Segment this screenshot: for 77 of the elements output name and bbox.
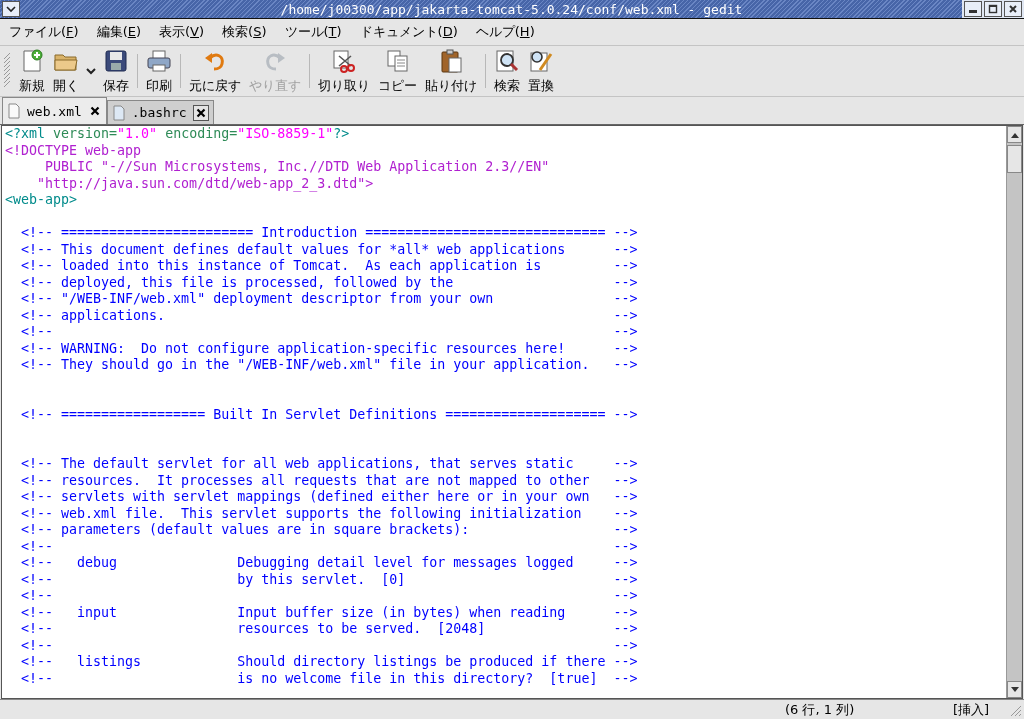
code-line: <!-- input Input buffer size (in bytes) when reading --> [20, 604, 638, 621]
caret-icon [6, 5, 16, 13]
toolbar-button[interactable]: 印刷 [142, 45, 176, 97]
toolbar-button[interactable]: 新規 [15, 45, 49, 97]
code-line: <!-- by this servlet. [0] --> [20, 571, 638, 588]
code-line: <!-- --> [20, 588, 638, 605]
code-line: <!-- resources. It processes all requests that are not mapped to other --> [20, 472, 638, 489]
document-tab[interactable]: web.xml [2, 97, 107, 124]
code-line: <?xml version="1.0" encoding="ISO-8859-1"?> [5, 126, 350, 143]
toolbar-icon [494, 47, 520, 74]
toolbar-button[interactable]: 開く [49, 45, 83, 97]
insert-mode: [挿入] [953, 700, 990, 719]
window-menu-button[interactable] [2, 1, 20, 17]
toolbar-icon [331, 47, 357, 74]
close-icon [195, 107, 206, 118]
dropdown-caret-icon[interactable] [85, 66, 97, 76]
close-button[interactable] [1004, 1, 1022, 17]
toolbar-icon [438, 47, 464, 74]
document-tab[interactable]: .bashrc [106, 100, 214, 124]
toolbar-icon [384, 47, 411, 74]
code-line: <web-app> [5, 192, 78, 209]
code-line: <!-- debug Debugging detail level for messages logged --> [20, 555, 638, 572]
code-line: <!-- ================== Built In Servlet Definitions ==================== --> [20, 406, 638, 423]
toolbar-button[interactable]: 元に戻す [185, 45, 245, 97]
vertical-scrollbar[interactable] [1006, 126, 1022, 698]
toolbar-button[interactable]: 検索 [490, 45, 524, 97]
menu-item[interactable]: ドキュメント(D) [350, 21, 467, 43]
menu-item[interactable]: ヘルプ(H) [466, 21, 544, 43]
code-line: <!-- deployed, this file is processed, followed by the --> [20, 274, 638, 291]
toolbar-icon [146, 47, 172, 74]
code-line: <!-- parameters (default values are in square brackets): --> [20, 522, 638, 539]
arrow-down-icon [1010, 686, 1019, 693]
toolbar-button[interactable]: 保存 [99, 45, 133, 97]
code-line: <!-- loaded into this instance of Tomcat. As each application is --> [20, 258, 638, 275]
code-line: <!-- This document defines default values for *all* web applications --> [20, 241, 638, 258]
toolbar-button[interactable]: コピー [374, 45, 421, 97]
menu-item[interactable]: 表示(V) [150, 21, 214, 43]
code-line: <!-- is no welcome file in this directory? [true] --> [20, 670, 638, 687]
code-line: <!-- --> [20, 324, 638, 341]
code-line: <!-- web.xml file. This servlet supports the following initialization --> [20, 505, 638, 522]
toolbar-button[interactable]: 置換 [524, 45, 558, 97]
code-line: <!-- The default servlet for all web applications, that serves static --> [20, 456, 638, 473]
code-line: <!-- ======================== Introduction ============================== --> [20, 225, 638, 242]
minimize-button[interactable] [964, 1, 982, 17]
cursor-position: (6 行, 1 列) [785, 700, 856, 719]
scroll-down-button[interactable] [1007, 681, 1022, 698]
code-line: <!-- --> [20, 538, 638, 555]
maximize-button[interactable] [984, 1, 1002, 17]
maximize-icon [988, 4, 998, 14]
document-icon [111, 104, 126, 121]
menu-item[interactable]: 検索(S) [213, 21, 276, 43]
close-icon [89, 106, 100, 116]
code-line: <!-- listings Should directory listings be produced if there --> [20, 654, 638, 671]
toolbar-icon [103, 47, 129, 74]
menu-item[interactable]: ツール(T) [275, 21, 351, 43]
code-line: "http://java.sun.com/dtd/web-app_2_3.dtd"> [36, 175, 374, 192]
code-line: <!-- They should go in the "/WEB-INF/web.xml" file in your application. --> [20, 357, 638, 374]
code-line: <!-- WARNING: Do not configure application-specific resources here! --> [20, 340, 638, 357]
code-line: <!-- resources to be served. [2048] --> [20, 621, 638, 638]
tab-close-button[interactable] [192, 104, 209, 121]
menu-item[interactable]: ファイル(F) [0, 21, 88, 43]
scrollbar-thumb[interactable] [1007, 145, 1022, 173]
window-title: /home/j00300/app/jakarta-tomcat-5.0.24/conf/web.xml - gedit [279, 1, 744, 17]
arrow-up-icon [1010, 131, 1019, 138]
menu-item[interactable]: 編集(E) [87, 21, 150, 43]
code-line: <!-- --> [20, 637, 638, 654]
text-editor[interactable] [1, 125, 1023, 699]
code-line: <!DOCTYPE web-app [5, 142, 142, 159]
code-line: <!-- servlets with servlet mappings (defined either here or in your own --> [20, 489, 638, 506]
toolbar-button[interactable]: 貼り付け [421, 45, 481, 97]
code-line: <!-- "/WEB-INF/web.xml" deployment descriptor from your own --> [20, 291, 638, 308]
code-line: <!-- applications. --> [20, 307, 638, 324]
close-icon [1008, 4, 1018, 14]
toolbar-button[interactable]: 切り取り [314, 45, 374, 97]
code-line: PUBLIC "-//Sun Microsystems, Inc.//DTD Web Application 2.3//EN" [44, 159, 550, 176]
scroll-up-button[interactable] [1007, 126, 1022, 143]
document-icon [7, 103, 21, 119]
